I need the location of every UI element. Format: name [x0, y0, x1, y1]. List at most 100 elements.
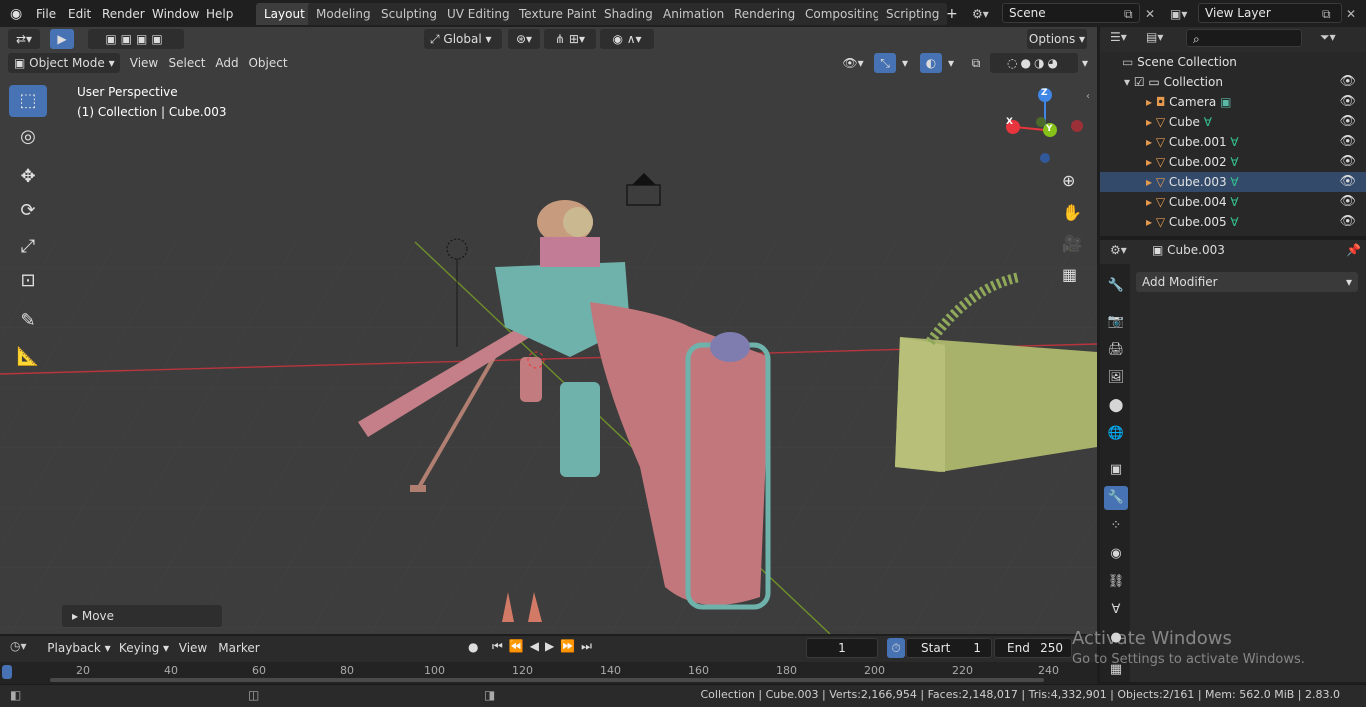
tab-rendering[interactable]: Rendering	[726, 3, 804, 25]
shading-dropdown-icon[interactable]: ▾	[1078, 53, 1092, 73]
outliner-search-input[interactable]: ⌕	[1186, 29, 1302, 47]
select-box-mode-icon[interactable]: ▶	[50, 29, 74, 49]
current-frame-field[interactable]: 1	[806, 638, 878, 658]
outliner-item-cube-003[interactable]: ▸ ▽ Cube.003 ∀ 👁	[1100, 172, 1366, 192]
end-frame-field[interactable]: End 250	[994, 638, 1072, 658]
outliner-item-cube-001[interactable]: ▸ ▽ Cube.001 ∀ 👁	[1100, 132, 1366, 152]
marker-menu[interactable]: Marker	[218, 638, 260, 658]
add-workspace-icon[interactable]: +	[946, 4, 958, 24]
move-tool-icon[interactable]: ✥	[9, 161, 47, 193]
playback-menu[interactable]: Playback ▾	[46, 638, 112, 658]
visibility-icon[interactable]: 👁▾	[840, 53, 866, 73]
new-view-layer-icon[interactable]: ⧉	[1322, 4, 1331, 24]
timeline-view-menu[interactable]: View	[178, 638, 208, 658]
tab-texture-paint[interactable]: Texture Paint	[511, 3, 605, 25]
output-tab-icon[interactable]: 🖨	[1104, 338, 1128, 362]
preview-range-icon[interactable]: ⏱	[887, 638, 905, 658]
select-menu[interactable]: Select	[168, 53, 206, 73]
properties-editor-icon[interactable]: ⚙▾	[1110, 243, 1127, 257]
menu-render[interactable]: Render	[102, 4, 145, 24]
eye-icon[interactable]: 👁	[1339, 72, 1356, 92]
remove-view-layer-icon[interactable]: ✕	[1346, 4, 1356, 24]
menu-window[interactable]: Window	[152, 4, 199, 24]
annotate-tool-icon[interactable]: ✎	[9, 305, 47, 337]
transform-orientation-dropdown[interactable]: ⤢ Global ▾	[424, 29, 502, 49]
transform-tool-icon[interactable]: ⊡	[9, 265, 47, 297]
expand-arrow-icon[interactable]: ▾	[1124, 75, 1134, 89]
camera-view-icon[interactable]: 🎥	[1062, 234, 1082, 253]
outliner-scene-collection[interactable]: ▭ Scene Collection	[1100, 52, 1366, 72]
timeline-editor-icon[interactable]: ◷▾	[10, 639, 27, 653]
playback-controls[interactable]: ⏮⏪◀▶⏩⏭	[492, 639, 598, 654]
rotate-tool-icon[interactable]: ⟳	[9, 195, 47, 227]
overlay-dropdown-icon[interactable]: ▾	[944, 53, 958, 73]
outliner-item-camera[interactable]: ▸ ◘ Camera ▣ 👁	[1100, 92, 1366, 112]
filter-icon[interactable]: ⏷▾	[1320, 30, 1336, 45]
cursor-tool-icon[interactable]: ◎	[9, 121, 47, 153]
gizmo-dropdown-icon[interactable]: ▾	[898, 53, 912, 73]
editor-type-icon[interactable]: ⇄▾	[8, 29, 40, 49]
particles-tab-icon[interactable]: ⁘	[1104, 514, 1128, 538]
gizmo-toggle-icon[interactable]: ⤡	[874, 53, 896, 73]
checkbox-icon[interactable]: ☑	[1134, 75, 1149, 89]
outliner-collection[interactable]: ▾ ☑ ▭ Collection 👁	[1100, 72, 1366, 92]
add-menu[interactable]: Add	[212, 53, 242, 73]
tab-layout[interactable]: Layout	[256, 3, 313, 25]
tool-tab-icon[interactable]: 🔧	[1104, 274, 1128, 298]
tab-modeling[interactable]: Modeling	[308, 3, 379, 25]
render-tab-icon[interactable]: 📷	[1104, 310, 1128, 334]
ortho-grid-icon[interactable]: ▦	[1062, 265, 1077, 284]
remove-scene-icon[interactable]: ✕	[1145, 4, 1155, 24]
eye-icon[interactable]: 👁	[1339, 152, 1356, 172]
new-scene-icon[interactable]: ⧉	[1124, 4, 1133, 24]
display-mode-icon[interactable]: ▤▾	[1146, 30, 1163, 44]
scene-tab-icon[interactable]: ⬤	[1104, 394, 1128, 418]
3d-viewport[interactable]: ⇄▾ ▶ ▣▣▣▣ ⤢ Global ▾ ⊛▾ ⋔ ⊞▾ ◉ ∧▾ Option…	[0, 27, 1097, 634]
zoom-icon[interactable]: ⊕	[1062, 171, 1075, 190]
tab-animation[interactable]: Animation	[655, 3, 733, 25]
overlay-toggle-icon[interactable]: ◐	[920, 53, 942, 73]
view-menu[interactable]: View	[128, 53, 160, 73]
record-icon[interactable]: ●	[468, 640, 478, 654]
outliner-editor-icon[interactable]: ☰▾	[1110, 30, 1127, 44]
eye-icon[interactable]: 👁	[1339, 192, 1356, 212]
outliner-item-cube-005[interactable]: ▸ ▽ Cube.005 ∀ 👁	[1100, 212, 1366, 232]
mode-dropdown[interactable]: ▣ Object Mode ▾	[8, 53, 120, 73]
menu-file[interactable]: File	[36, 4, 56, 24]
outliner-item-cube[interactable]: ▸ ▽ Cube ∀ 👁	[1100, 112, 1366, 132]
menu-edit[interactable]: Edit	[68, 4, 91, 24]
outliner-item-cube-004[interactable]: ▸ ▽ Cube.004 ∀ 👁	[1100, 192, 1366, 212]
view-layer-icon[interactable]: ▣▾	[1170, 4, 1187, 24]
select-tool-icon[interactable]: ⬚	[9, 85, 47, 117]
timeline-scrollbar[interactable]	[50, 678, 1044, 682]
constraints-tab-icon[interactable]: ⛓	[1104, 570, 1128, 594]
selection-mode-icons[interactable]: ▣▣▣▣	[88, 29, 184, 49]
xray-icon[interactable]: ⧉	[966, 53, 986, 73]
eye-icon[interactable]: 👁	[1339, 212, 1356, 232]
world-tab-icon[interactable]: 🌐	[1104, 422, 1128, 446]
keying-menu[interactable]: Keying ▾	[116, 638, 172, 658]
scene-field[interactable]: Scene	[1002, 3, 1140, 23]
physics-tab-icon[interactable]: ◉	[1104, 542, 1128, 566]
shading-mode-icons[interactable]: ◌●◑◕	[990, 53, 1078, 73]
eye-icon[interactable]: 👁	[1339, 92, 1356, 112]
tab-shading[interactable]: Shading	[596, 3, 661, 25]
tab-compositing[interactable]: Compositing	[797, 3, 889, 25]
blender-logo-icon[interactable]: ◉	[10, 4, 22, 24]
menu-help[interactable]: Help	[206, 4, 233, 24]
last-operator-panel[interactable]: ▸ Move	[62, 605, 222, 627]
add-modifier-dropdown[interactable]: Add Modifier ▾	[1136, 272, 1358, 292]
playhead[interactable]	[2, 665, 12, 679]
outliner-item-cube-002[interactable]: ▸ ▽ Cube.002 ∀ 👁	[1100, 152, 1366, 172]
eye-icon[interactable]: 👁	[1339, 112, 1356, 132]
tab-sculpting[interactable]: Sculpting	[373, 3, 446, 25]
view-layer-field[interactable]: View Layer	[1198, 3, 1342, 23]
tab-scripting[interactable]: Scripting	[878, 3, 948, 25]
snap-icon[interactable]: ⋔ ⊞▾	[544, 29, 596, 49]
pin-icon[interactable]: 📌	[1346, 243, 1361, 257]
tab-uv-editing[interactable]: UV Editing	[439, 3, 518, 25]
sidebar-toggle-icon[interactable]: ‹	[1086, 91, 1090, 102]
pan-hand-icon[interactable]: ✋	[1062, 203, 1082, 222]
view-layer-tab-icon[interactable]: 🖼	[1104, 366, 1128, 390]
scene-selector-icon[interactable]: ⚙▾	[972, 4, 1000, 24]
